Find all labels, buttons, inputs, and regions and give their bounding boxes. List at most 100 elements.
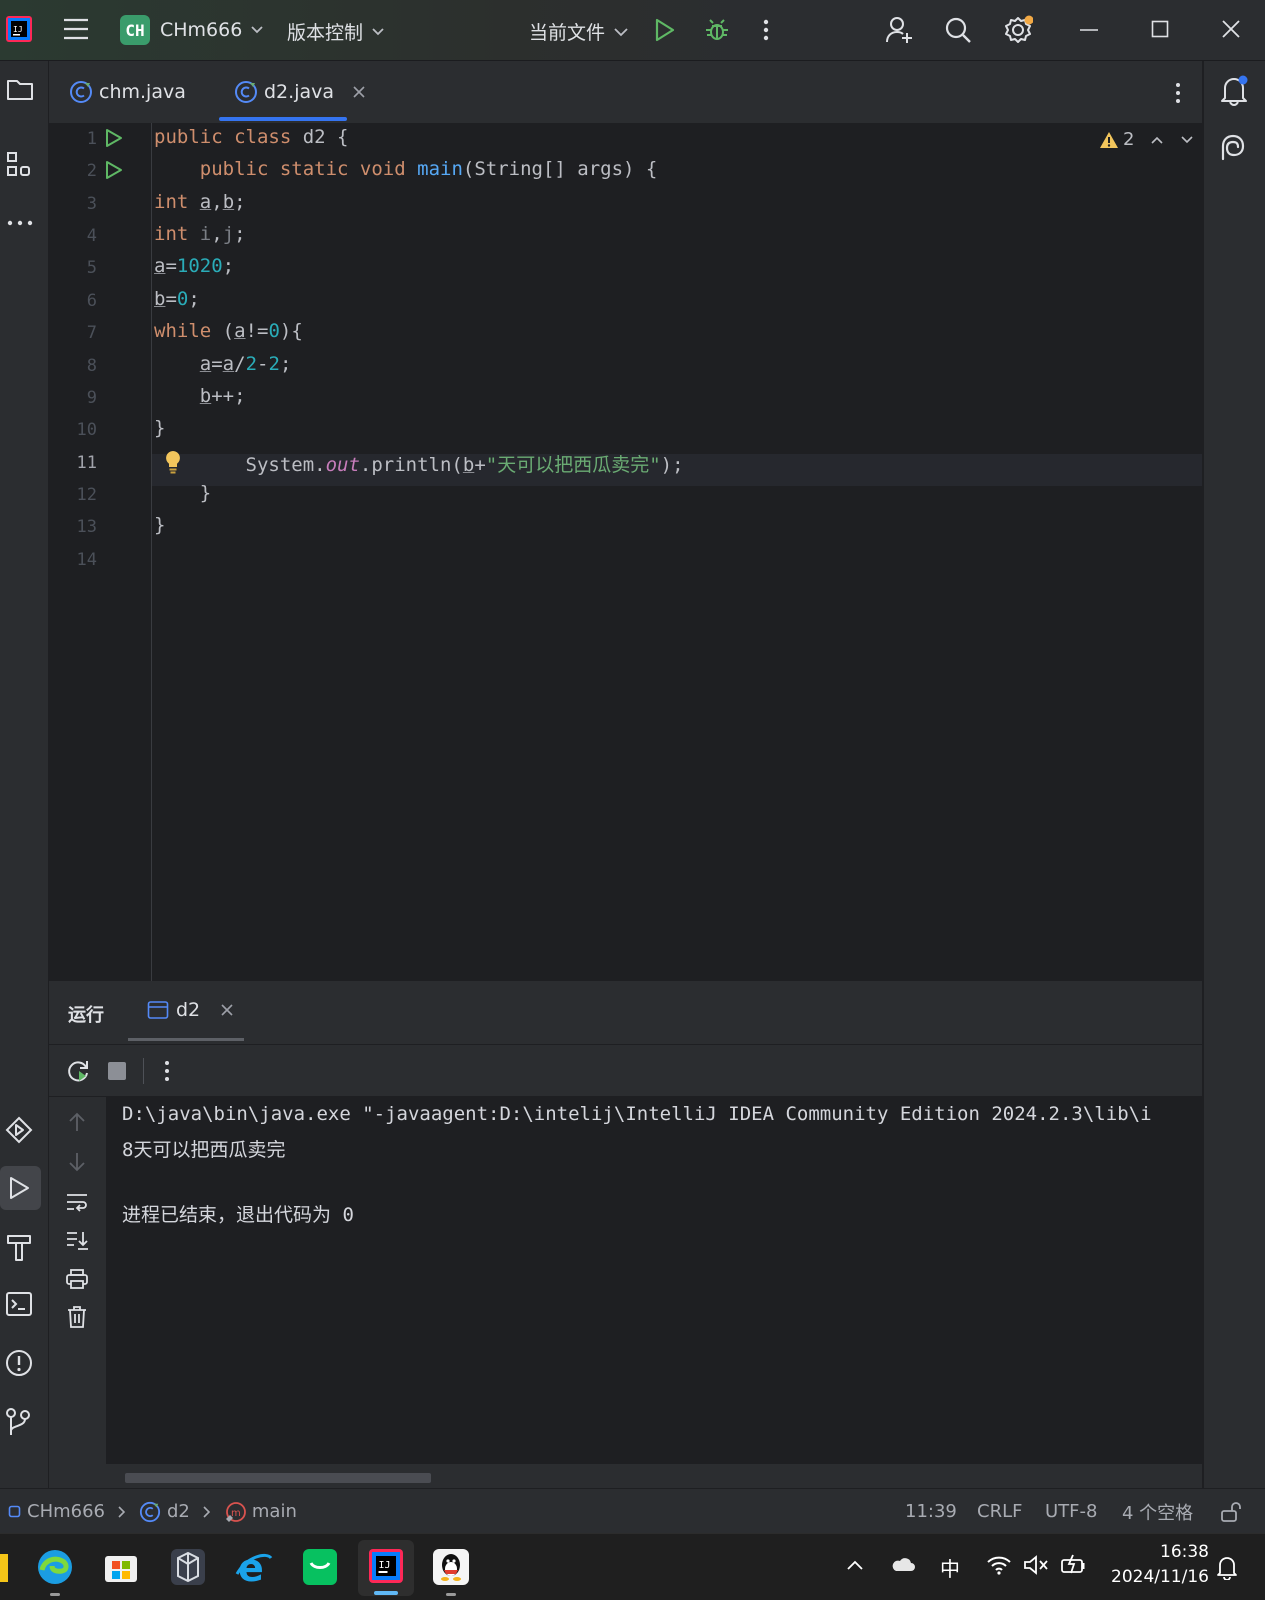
breadcrumb-project[interactable]: CHm666 [27,1501,105,1522]
ai-assistant-icon[interactable] [1218,133,1248,163]
tab-chm-java[interactable]: chm.java [69,61,186,123]
intellij-logo-icon[interactable]: IJ [6,16,32,42]
code-line: a=1020; [154,255,235,277]
next-highlight-icon[interactable] [1180,135,1194,145]
tab-options-icon[interactable] [1174,81,1182,105]
wifi-icon[interactable] [986,1554,1012,1576]
editor-tab-bar: chm.java d2.java [49,61,1202,124]
previous-highlight-icon[interactable] [1150,135,1164,145]
run-main-gutter-icon[interactable] [105,160,123,180]
close-tab-icon[interactable] [220,1003,234,1017]
chevron-down-icon [614,27,628,36]
git-branch-icon[interactable] [5,1407,31,1437]
code-line: } [154,514,166,536]
scroll-down-arrow-icon[interactable] [67,1151,87,1173]
run-tool-window: 运行 d2 D:\java\bin\java.exe "-javaagent:D… [49,981,1202,1488]
file-explorer-edge-icon[interactable] [0,1554,8,1582]
file-encoding[interactable]: UTF-8 [1045,1489,1097,1534]
code-line: b=0; [154,288,200,310]
project-folder-icon[interactable] [6,77,34,101]
intellij-taskbar-button[interactable]: IJ [358,1540,414,1596]
trash-icon[interactable] [66,1305,88,1329]
console-output[interactable]: D:\java\bin\java.exe "-javaagent:D:\inte… [106,1097,1202,1464]
code-line: public class d2 { [154,126,349,148]
horizontal-scrollbar[interactable] [125,1473,431,1483]
volume-muted-icon[interactable] [1023,1554,1049,1576]
breadcrumb-class[interactable]: d2 [167,1501,190,1522]
qq-app-icon[interactable] [432,1548,470,1596]
game-app-icon[interactable] [170,1548,206,1586]
clock-date[interactable]: 2024/11/16 [1111,1567,1209,1587]
wechat-app-icon[interactable] [302,1548,338,1586]
add-user-icon[interactable] [885,15,915,45]
inspection-widget[interactable]: 2 [1099,129,1194,150]
unlock-icon[interactable] [1220,1489,1242,1534]
run-config-label: 当前文件 [529,22,606,44]
structure-icon[interactable] [6,151,32,179]
toolbar-separator [143,1058,144,1084]
code-line: int a,b; [154,191,246,213]
terminal-icon[interactable] [5,1291,33,1317]
application-window-icon [147,1001,169,1019]
microsoft-store-icon[interactable] [103,1550,139,1584]
line-number: 1 [86,129,97,149]
code-editor[interactable]: 1 2 3 4 5 6 7 8 9 10 11 12 13 14 public … [49,123,1202,981]
run-config-selector[interactable]: 当前文件 [529,18,629,45]
line-number: 12 [76,485,97,505]
code-line-current: System.out.println(b+"天可以把西瓜卖完"); [245,454,684,476]
main-menu-icon[interactable] [62,17,90,41]
console-side-toolbar [49,1097,106,1464]
scroll-up-arrow-icon[interactable] [67,1111,87,1133]
print-icon[interactable] [65,1268,89,1290]
rerun-icon[interactable] [65,1058,91,1084]
clock-time[interactable]: 16:38 [1160,1542,1209,1562]
onedrive-cloud-icon[interactable] [890,1555,916,1573]
notifications-bell-icon[interactable] [1219,74,1249,106]
line-separator[interactable]: CRLF [977,1489,1022,1534]
run-class-gutter-icon[interactable] [105,128,123,148]
caret-position[interactable]: 11:39 [905,1489,957,1534]
code-line: a=a/2-2; [199,353,292,375]
battery-charging-icon[interactable] [1060,1553,1086,1577]
more-actions-icon[interactable] [762,18,770,42]
code-line: } [154,482,212,504]
play-icon [655,18,675,42]
run-more-icon[interactable] [163,1059,171,1083]
tab-d2-java[interactable]: d2.java [234,61,366,123]
debug-button[interactable] [704,17,730,43]
ie-browser-icon[interactable]: e [235,1548,273,1586]
soft-wrap-icon[interactable] [65,1191,89,1213]
run-tab-label: d2 [176,999,201,1021]
title-bar: IJ CH CHm666 版本控制 当前文件 [0,0,1265,61]
notification-bell-icon[interactable] [1216,1554,1238,1580]
problems-icon[interactable] [5,1349,33,1377]
close-window-icon[interactable] [1221,19,1241,39]
stop-icon[interactable] [108,1062,126,1080]
bug-icon [706,19,728,40]
minimize-icon[interactable] [1079,28,1099,32]
close-tab-icon[interactable] [352,85,366,99]
java-class-icon [139,1501,161,1522]
active-run-tab-indicator [128,1038,244,1041]
line-number: 3 [86,194,97,214]
ime-indicator[interactable]: 中 [940,1553,960,1582]
search-icon[interactable] [944,16,972,44]
indent-setting[interactable]: 4 个空格 [1122,1489,1193,1534]
maximize-icon[interactable] [1151,20,1169,38]
run-tab-d2[interactable]: d2 [147,999,234,1021]
run-tool-button[interactable] [0,1166,41,1210]
services-icon[interactable] [5,1116,33,1144]
run-button[interactable] [654,18,676,42]
method-icon: m [225,1501,246,1522]
edge-browser-icon[interactable] [36,1548,74,1596]
vcs-menu[interactable]: 版本控制 [287,18,385,45]
project-selector[interactable]: CH CHm666 [120,15,264,45]
more-tools-icon[interactable] [6,219,34,227]
scroll-to-end-icon[interactable] [65,1229,89,1251]
build-hammer-icon[interactable] [5,1232,33,1262]
settings-gear-icon[interactable] [1003,15,1033,45]
chevron-up-icon[interactable] [846,1559,864,1571]
breadcrumb-method[interactable]: main [252,1501,297,1522]
line-number: 5 [86,258,97,278]
line-number: 9 [86,388,97,408]
